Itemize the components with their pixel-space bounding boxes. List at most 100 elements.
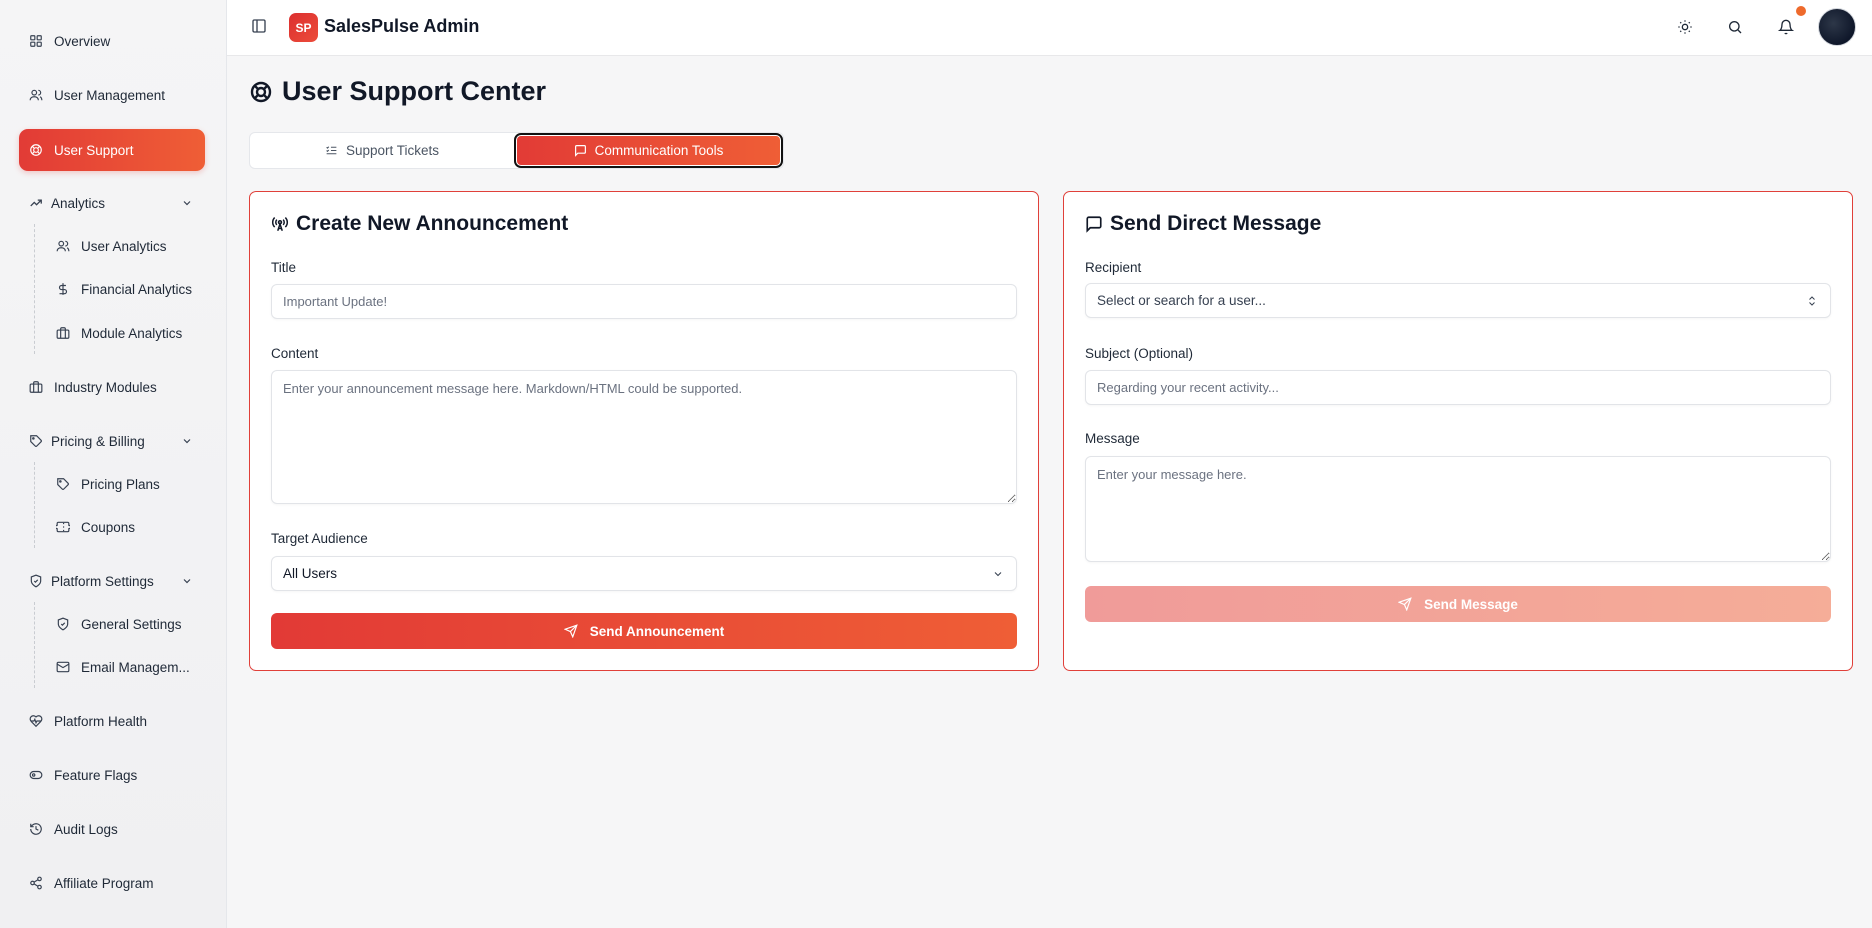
tree-guide-line [34, 602, 35, 688]
sidebar-item-label: User Management [54, 87, 166, 103]
sidebar-item-user-management[interactable]: User Management [19, 74, 205, 116]
tab-communication-tools[interactable]: Communication Tools [514, 133, 783, 168]
chevron-down-icon [183, 201, 191, 206]
briefcase-icon [29, 381, 43, 393]
users-icon [56, 240, 70, 252]
sidebar-group-analytics[interactable]: Analytics [19, 184, 205, 222]
send-icon [1398, 597, 1412, 611]
tree-guide-line [34, 224, 35, 354]
sidebar-item-overview[interactable]: Overview [19, 20, 205, 62]
tab-label: Communication Tools [594, 143, 724, 158]
announcement-title-input[interactable] [271, 284, 1017, 319]
sidebar-item-label: User Analytics [81, 238, 167, 254]
sidebar-item-label: Overview [54, 33, 111, 49]
chevrons-up-down-icon [1809, 296, 1815, 306]
sidebar-item-label: Module Analytics [81, 325, 183, 341]
card-header: Create New Announcement [271, 212, 568, 236]
users-icon [29, 89, 43, 101]
tag-icon [30, 435, 42, 447]
shield-check-icon [57, 617, 69, 631]
grid-icon [30, 35, 42, 47]
subject-label: Subject (Optional) [1085, 346, 1194, 361]
sidebar-item-module-analytics[interactable]: Module Analytics [46, 315, 206, 351]
top-header: SP SalesPulse Admin [227, 0, 1872, 56]
audience-select-value: All Users [283, 566, 338, 581]
bell-icon[interactable] [1778, 19, 1794, 35]
sidebar-item-pricing-plans[interactable]: Pricing Plans [46, 466, 206, 502]
mail-icon [56, 661, 70, 673]
title-label: Title [271, 260, 297, 275]
chevron-down-icon [183, 439, 191, 444]
message-label: Message [1085, 431, 1140, 446]
share-icon [30, 876, 42, 890]
sidebar-item-user-analytics[interactable]: User Analytics [46, 228, 206, 264]
sidebar-item-label: Pricing Plans [81, 476, 160, 492]
sidebar-item-audit-logs[interactable]: Audit Logs [19, 808, 205, 850]
sidebar-group-pricing-billing[interactable]: Pricing & Billing [19, 422, 205, 460]
briefcase-icon [56, 327, 70, 339]
card-title: Create New Announcement [296, 212, 569, 235]
audience-select[interactable]: All Users [271, 556, 1017, 591]
message-square-icon [574, 145, 586, 157]
recipient-combobox[interactable]: Select or search for a user... [1085, 283, 1831, 318]
app-brand: SalesPulse Admin [324, 16, 480, 36]
page-header: User Support Center [249, 76, 546, 107]
sidebar-item-label: Affiliate Program [54, 875, 154, 891]
sidebar-item-email-management[interactable]: Email Managem... [46, 649, 206, 685]
sidebar-item-platform-health[interactable]: Platform Health [19, 700, 205, 742]
lifebuoy-icon [30, 144, 42, 156]
history-icon [30, 823, 42, 835]
sidebar-item-general-settings[interactable]: General Settings [46, 606, 206, 642]
button-label: Send Announcement [589, 623, 725, 639]
sidebar-item-label: General Settings [81, 616, 182, 632]
sidebar-toggle-icon[interactable] [251, 18, 267, 34]
sidebar-item-label: User Support [54, 142, 134, 158]
shield-icon [30, 574, 42, 588]
toggle-icon [29, 770, 43, 780]
announcement-card: Create New Announcement Title Content Ta… [249, 191, 1039, 671]
tab-bar: Support Tickets Communication Tools [249, 132, 784, 169]
tree-guide-line [34, 462, 35, 548]
heart-pulse-icon [29, 715, 43, 728]
sun-icon[interactable] [1677, 19, 1693, 35]
message-textarea[interactable] [1085, 456, 1831, 562]
dollar-icon [58, 283, 68, 295]
message-square-icon [1086, 216, 1102, 233]
send-announcement-button[interactable]: Send Announcement [271, 613, 1017, 649]
trending-up-icon [30, 199, 42, 207]
recipient-label: Recipient [1085, 260, 1142, 275]
ticket-icon [56, 521, 70, 533]
content-label: Content [271, 346, 319, 361]
lifebuoy-icon [250, 81, 272, 102]
sidebar-item-coupons[interactable]: Coupons [46, 509, 206, 545]
direct-message-card: Send Direct Message Recipient Select or … [1063, 191, 1853, 671]
sidebar-item-label: Platform Health [54, 713, 148, 729]
tab-support-tickets[interactable]: Support Tickets [253, 136, 511, 165]
subject-input[interactable] [1085, 370, 1831, 405]
sidebar-group-platform-settings[interactable]: Platform Settings [19, 562, 205, 600]
avatar[interactable] [1818, 8, 1856, 46]
sidebar-item-industry-modules[interactable]: Industry Modules [19, 366, 205, 408]
sidebar-item-label: Feature Flags [54, 767, 138, 783]
sidebar-item-user-support[interactable]: User Support [19, 129, 205, 171]
chevron-down-icon [994, 572, 1002, 577]
broadcast-icon [272, 217, 288, 231]
announcement-content-textarea[interactable] [271, 370, 1017, 504]
sidebar-item-feature-flags[interactable]: Feature Flags [19, 754, 205, 796]
send-message-button[interactable]: Send Message [1085, 586, 1831, 622]
sidebar-group-label: Pricing & Billing [51, 433, 145, 449]
app-logo: SP [289, 13, 318, 42]
sidebar-item-affiliate-program[interactable]: Affiliate Program [19, 862, 205, 904]
sidebar-item-label: Coupons [81, 519, 136, 535]
search-icon[interactable] [1727, 19, 1743, 35]
sidebar-item-label: Audit Logs [54, 821, 118, 837]
card-title: Send Direct Message [1110, 212, 1322, 235]
button-label: Send Message [1424, 596, 1518, 612]
page-title: User Support Center [282, 76, 547, 106]
sidebar-item-label: Industry Modules [54, 379, 157, 395]
sidebar-item-label: Email Managem... [81, 659, 190, 675]
sidebar-group-label: Analytics [51, 195, 106, 211]
sidebar: Overview User Management User Support An… [0, 0, 227, 928]
sidebar-item-financial-analytics[interactable]: Financial Analytics [46, 271, 206, 307]
sidebar-group-label: Platform Settings [51, 573, 154, 589]
